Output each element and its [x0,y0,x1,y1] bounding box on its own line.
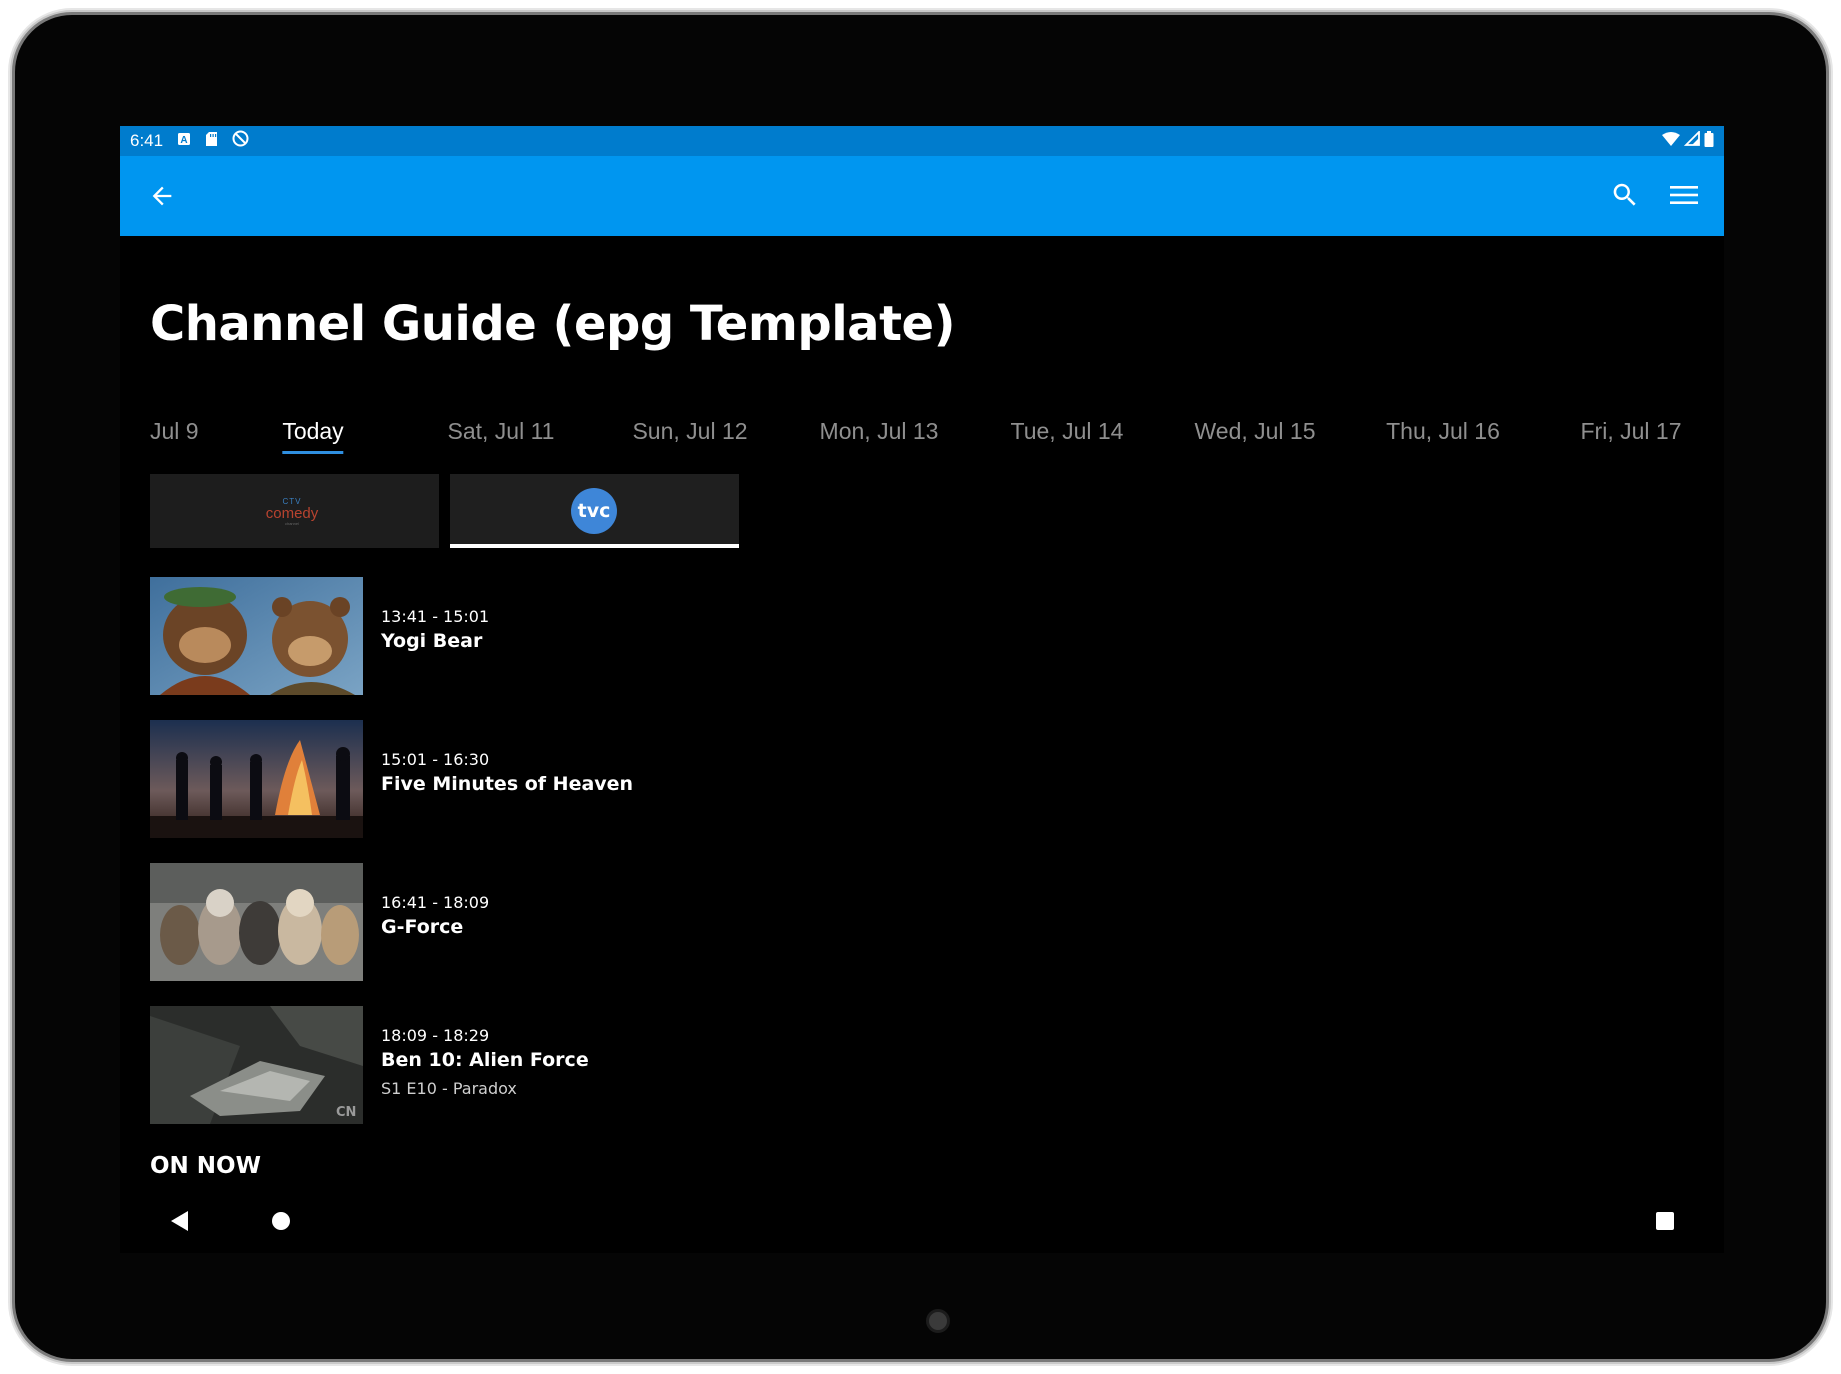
tab-sun-jul-12[interactable]: Sun, Jul 12 [632,418,747,458]
tab-fri-jul-17[interactable]: Fri, Jul 17 [1581,418,1682,458]
tab-thu-jul-16[interactable]: Thu, Jul 16 [1386,418,1500,458]
wifi-icon [1662,131,1680,151]
cartoon-network-badge: CN [336,1105,356,1120]
tab-label: Wed, Jul 15 [1194,418,1316,444]
tab-label: Mon, Jul 13 [819,418,939,444]
camera [926,1309,950,1333]
tab-label: Thu, Jul 16 [1386,418,1500,444]
tab-label: Sun, Jul 12 [632,418,748,444]
back-arrow-icon[interactable] [148,182,176,210]
program-thumbnail: CN [150,1006,363,1124]
tab-label: Today [282,418,344,444]
active-tab-indicator [282,451,344,454]
tab-label: Sat, Jul 11 [447,418,555,444]
app-screen: 6:41 A Channel Guide (epg Template) Jul … [120,126,1724,1253]
program-item[interactable]: 13:41 - 15:01 Yogi Bear [150,577,650,695]
tab-wed-jul-15[interactable]: Wed, Jul 15 [1194,418,1315,458]
program-thumbnail [150,863,363,981]
sd-card-icon [205,131,218,152]
program-item[interactable]: 15:01 - 16:30 Five Minutes of Heaven [150,720,650,838]
channel-tab-tvc[interactable]: tvc [450,474,739,548]
status-bar: 6:41 A [120,126,1724,156]
nav-home-icon[interactable] [272,1212,290,1230]
tab-today[interactable]: Today [282,418,344,458]
tab-label: Fri, Jul 17 [1580,418,1682,444]
cell-signal-icon [1683,129,1700,151]
channel-tab-comedy[interactable]: CTV comedy channel [150,474,439,548]
svg-text:A: A [180,135,187,146]
program-episode: S1 E10 - Paradox [381,1079,517,1098]
nav-back-icon[interactable] [170,1210,190,1236]
tab-label: Tue, Jul 14 [1010,418,1124,444]
program-item[interactable]: 16:41 - 18:09 G-Force [150,863,650,981]
app-bar [120,156,1724,236]
status-time: 6:41 [130,131,164,150]
search-icon[interactable] [1610,180,1640,210]
comedy-channel-logo: CTV comedy channel [262,498,322,527]
tab-label: Jul 9 [150,418,199,444]
program-title: G-Force [381,916,464,938]
page-title: Channel Guide (epg Template) [150,296,956,352]
menu-icon[interactable] [1668,180,1700,210]
selected-channel-indicator [450,544,739,548]
program-time: 15:01 - 16:30 [381,750,490,769]
tab-tue-jul-14[interactable]: Tue, Jul 14 [1011,418,1124,458]
data-saver-icon [232,130,249,152]
program-title: Yogi Bear [381,630,483,652]
program-time: 18:09 - 18:29 [381,1026,490,1045]
program-title: Five Minutes of Heaven [381,773,634,795]
logo-mid-text: comedy [265,505,319,522]
program-time: 16:41 - 18:09 [381,893,490,912]
tab-sat-jul-11[interactable]: Sat, Jul 11 [448,418,555,458]
program-time: 13:41 - 15:01 [381,607,490,626]
program-thumbnail [150,720,363,838]
tvc-logo-text: tvc [577,500,611,522]
battery-icon [1704,130,1714,152]
notification-a-icon: A [177,131,191,151]
program-title: Ben 10: Alien Force [381,1049,589,1071]
tvc-channel-logo: tvc [571,488,617,534]
program-thumbnail [150,577,363,695]
on-now-heading: ON NOW [150,1153,261,1179]
tab-jul-9[interactable]: Jul 9 [150,418,199,458]
nav-recents-icon[interactable] [1656,1212,1674,1230]
tab-mon-jul-13[interactable]: Mon, Jul 13 [820,418,939,458]
program-item[interactable]: CN 18:09 - 18:29 Ben 10: Alien Force S1 … [150,1006,650,1124]
